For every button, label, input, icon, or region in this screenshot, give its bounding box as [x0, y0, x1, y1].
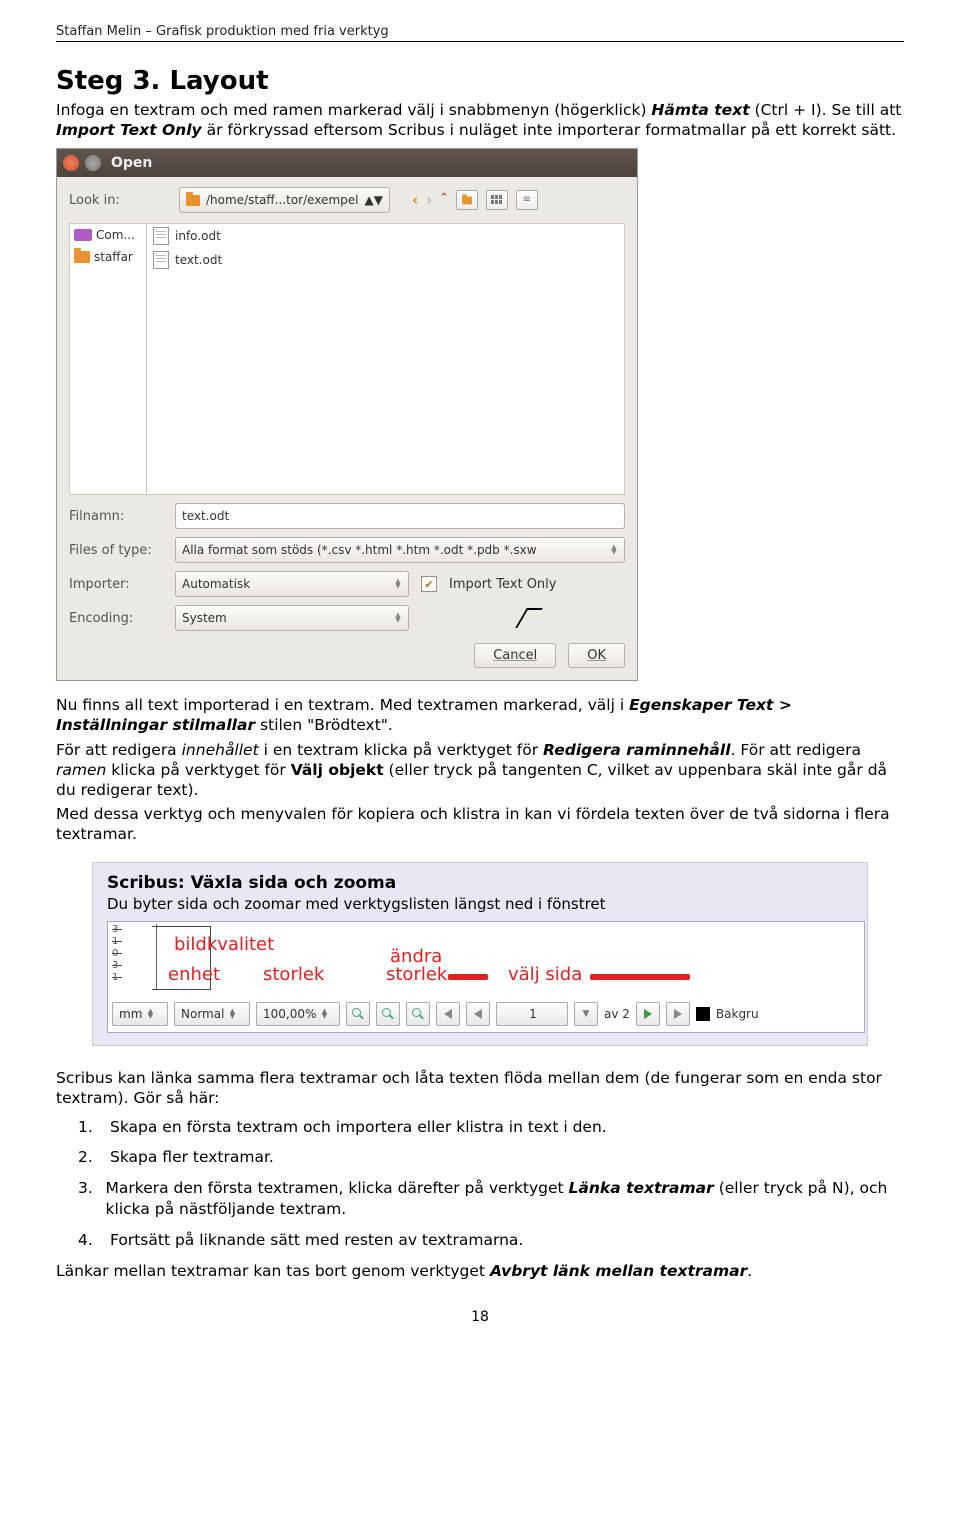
document-icon: [153, 251, 169, 269]
document-icon: [153, 227, 169, 245]
annot-valj-sida: välj sida: [508, 964, 582, 985]
files-of-type-label: Files of type:: [69, 543, 163, 558]
path-text: /home/staff...tor/exempel: [206, 193, 358, 207]
annot-storlek2: storlek: [386, 964, 447, 985]
file-name: text.odt: [175, 253, 222, 267]
folder-icon: [74, 251, 90, 263]
minimize-icon[interactable]: [85, 155, 101, 171]
quality-select[interactable]: Normal▲▼: [174, 1002, 250, 1026]
nav-back-icon[interactable]: ‹: [412, 191, 418, 209]
look-in-label: Look in:: [69, 193, 163, 208]
bg-swatch[interactable]: [696, 1007, 710, 1021]
unit-select[interactable]: mm▲▼: [112, 1002, 168, 1026]
annot-bildkvalitet: bildkvalitet: [174, 934, 274, 955]
path-selector[interactable]: /home/staff...tor/exempel ▲▼: [179, 187, 390, 213]
ordered-list: 1.Skapa en första textram och importera …: [78, 1117, 904, 1252]
file-entry[interactable]: info.odt: [147, 224, 624, 248]
red-underline: [590, 974, 690, 980]
paragraph: Länkar mellan textramar kan tas bort gen…: [56, 1261, 904, 1281]
first-page-icon[interactable]: [436, 1002, 460, 1026]
page-input[interactable]: 1: [496, 1002, 568, 1026]
step-title: Steg 3. Layout: [56, 66, 904, 96]
page-of-label: av 2: [604, 1007, 630, 1021]
place-label: staffar: [94, 250, 133, 264]
file-name: info.odt: [175, 229, 221, 243]
callout-box: Scribus: Växla sida och zooma Du byter s…: [92, 862, 868, 1046]
zoom-in-icon[interactable]: [406, 1002, 430, 1026]
annot-enhet: enhet: [168, 964, 220, 985]
open-dialog: Open Look in: /home/staff...tor/exempel …: [56, 148, 638, 681]
list-item: 3.Markera den första textramen, klicka d…: [78, 1178, 904, 1220]
page-header: Staffan Melin – Grafisk produktion med f…: [56, 24, 904, 42]
paragraph: Nu finns all text importerad i en textra…: [56, 695, 904, 735]
last-page-icon[interactable]: [666, 1002, 690, 1026]
status-controls: mm▲▼ Normal▲▼ 100,00%▲▼ 1 ▼ av 2 Bakgru: [112, 1002, 860, 1026]
callout-title: Scribus: Växla sida och zooma: [107, 873, 865, 893]
next-page-icon[interactable]: [636, 1002, 660, 1026]
files-of-type-select[interactable]: Alla format som stöds (*.csv *.html *.ht…: [175, 537, 625, 563]
paragraph: För att redigera innehållet i en textram…: [56, 740, 904, 800]
close-icon[interactable]: [63, 155, 79, 171]
filnamn-label: Filnamn:: [69, 509, 163, 524]
page-dropdown-icon[interactable]: ▼: [574, 1002, 598, 1026]
list-item: 1.Skapa en första textram och importera …: [78, 1117, 904, 1138]
file-list: info.odt text.odt: [147, 224, 624, 494]
ruler: 3 1 0 3 1: [112, 924, 157, 990]
file-entry[interactable]: text.odt: [147, 248, 624, 272]
red-underline: [448, 974, 488, 980]
ok-button[interactable]: OK: [568, 643, 625, 668]
zoom-input[interactable]: 100,00%▲▼: [256, 1002, 340, 1026]
file-browser: Com... staffar info.odt text.odt: [69, 223, 625, 495]
list-view-icon[interactable]: ≡: [516, 190, 538, 210]
callout-body: Du byter sida och zoomar med verktygslis…: [107, 895, 865, 913]
paragraph: Scribus kan länka samma flera textramar …: [56, 1068, 904, 1108]
nav-forward-icon[interactable]: ›: [426, 191, 432, 209]
prev-page-icon[interactable]: [466, 1002, 490, 1026]
zoom-reset-icon[interactable]: [376, 1002, 400, 1026]
import-text-only-label: Import Text Only: [449, 577, 556, 592]
list-item: 4.Fortsätt på liknande sätt med resten a…: [78, 1230, 904, 1251]
folder-icon: [186, 195, 200, 206]
dialog-titlebar: Open: [57, 149, 637, 177]
nav-up-icon[interactable]: ˆ: [440, 191, 448, 209]
bg-label: Bakgru: [716, 1007, 759, 1021]
page-number: 18: [56, 1309, 904, 1325]
encoding-select[interactable]: System▲▼: [175, 605, 409, 631]
list-item: 2.Skapa fler textramar.: [78, 1147, 904, 1168]
places-pane: Com... staffar: [70, 224, 147, 494]
importer-label: Importer:: [69, 577, 163, 592]
paragraph: Med dessa verktyg och menyvalen för kopi…: [56, 804, 904, 844]
importer-select[interactable]: Automatisk▲▼: [175, 571, 409, 597]
annot-storlek: storlek: [263, 964, 324, 985]
place-label: Com...: [96, 228, 135, 242]
intro-paragraph: Infoga en textram och med ramen markerad…: [56, 100, 904, 140]
zoom-out-icon[interactable]: [346, 1002, 370, 1026]
statusbar-figure: 3 1 0 3 1 bildkvalitet enhet ändra storl…: [107, 921, 865, 1033]
encoding-label: Encoding:: [69, 611, 163, 626]
place-computer[interactable]: Com...: [70, 224, 146, 246]
icon-view-icon[interactable]: [486, 190, 508, 210]
filnamn-input[interactable]: text.odt: [175, 503, 625, 529]
dialog-title: Open: [111, 155, 152, 171]
place-home[interactable]: staffar: [70, 246, 146, 268]
cancel-button[interactable]: Cancel: [474, 643, 556, 668]
new-folder-icon[interactable]: [456, 190, 478, 210]
monitor-icon: [74, 229, 92, 241]
import-text-only-checkbox[interactable]: [421, 576, 437, 592]
